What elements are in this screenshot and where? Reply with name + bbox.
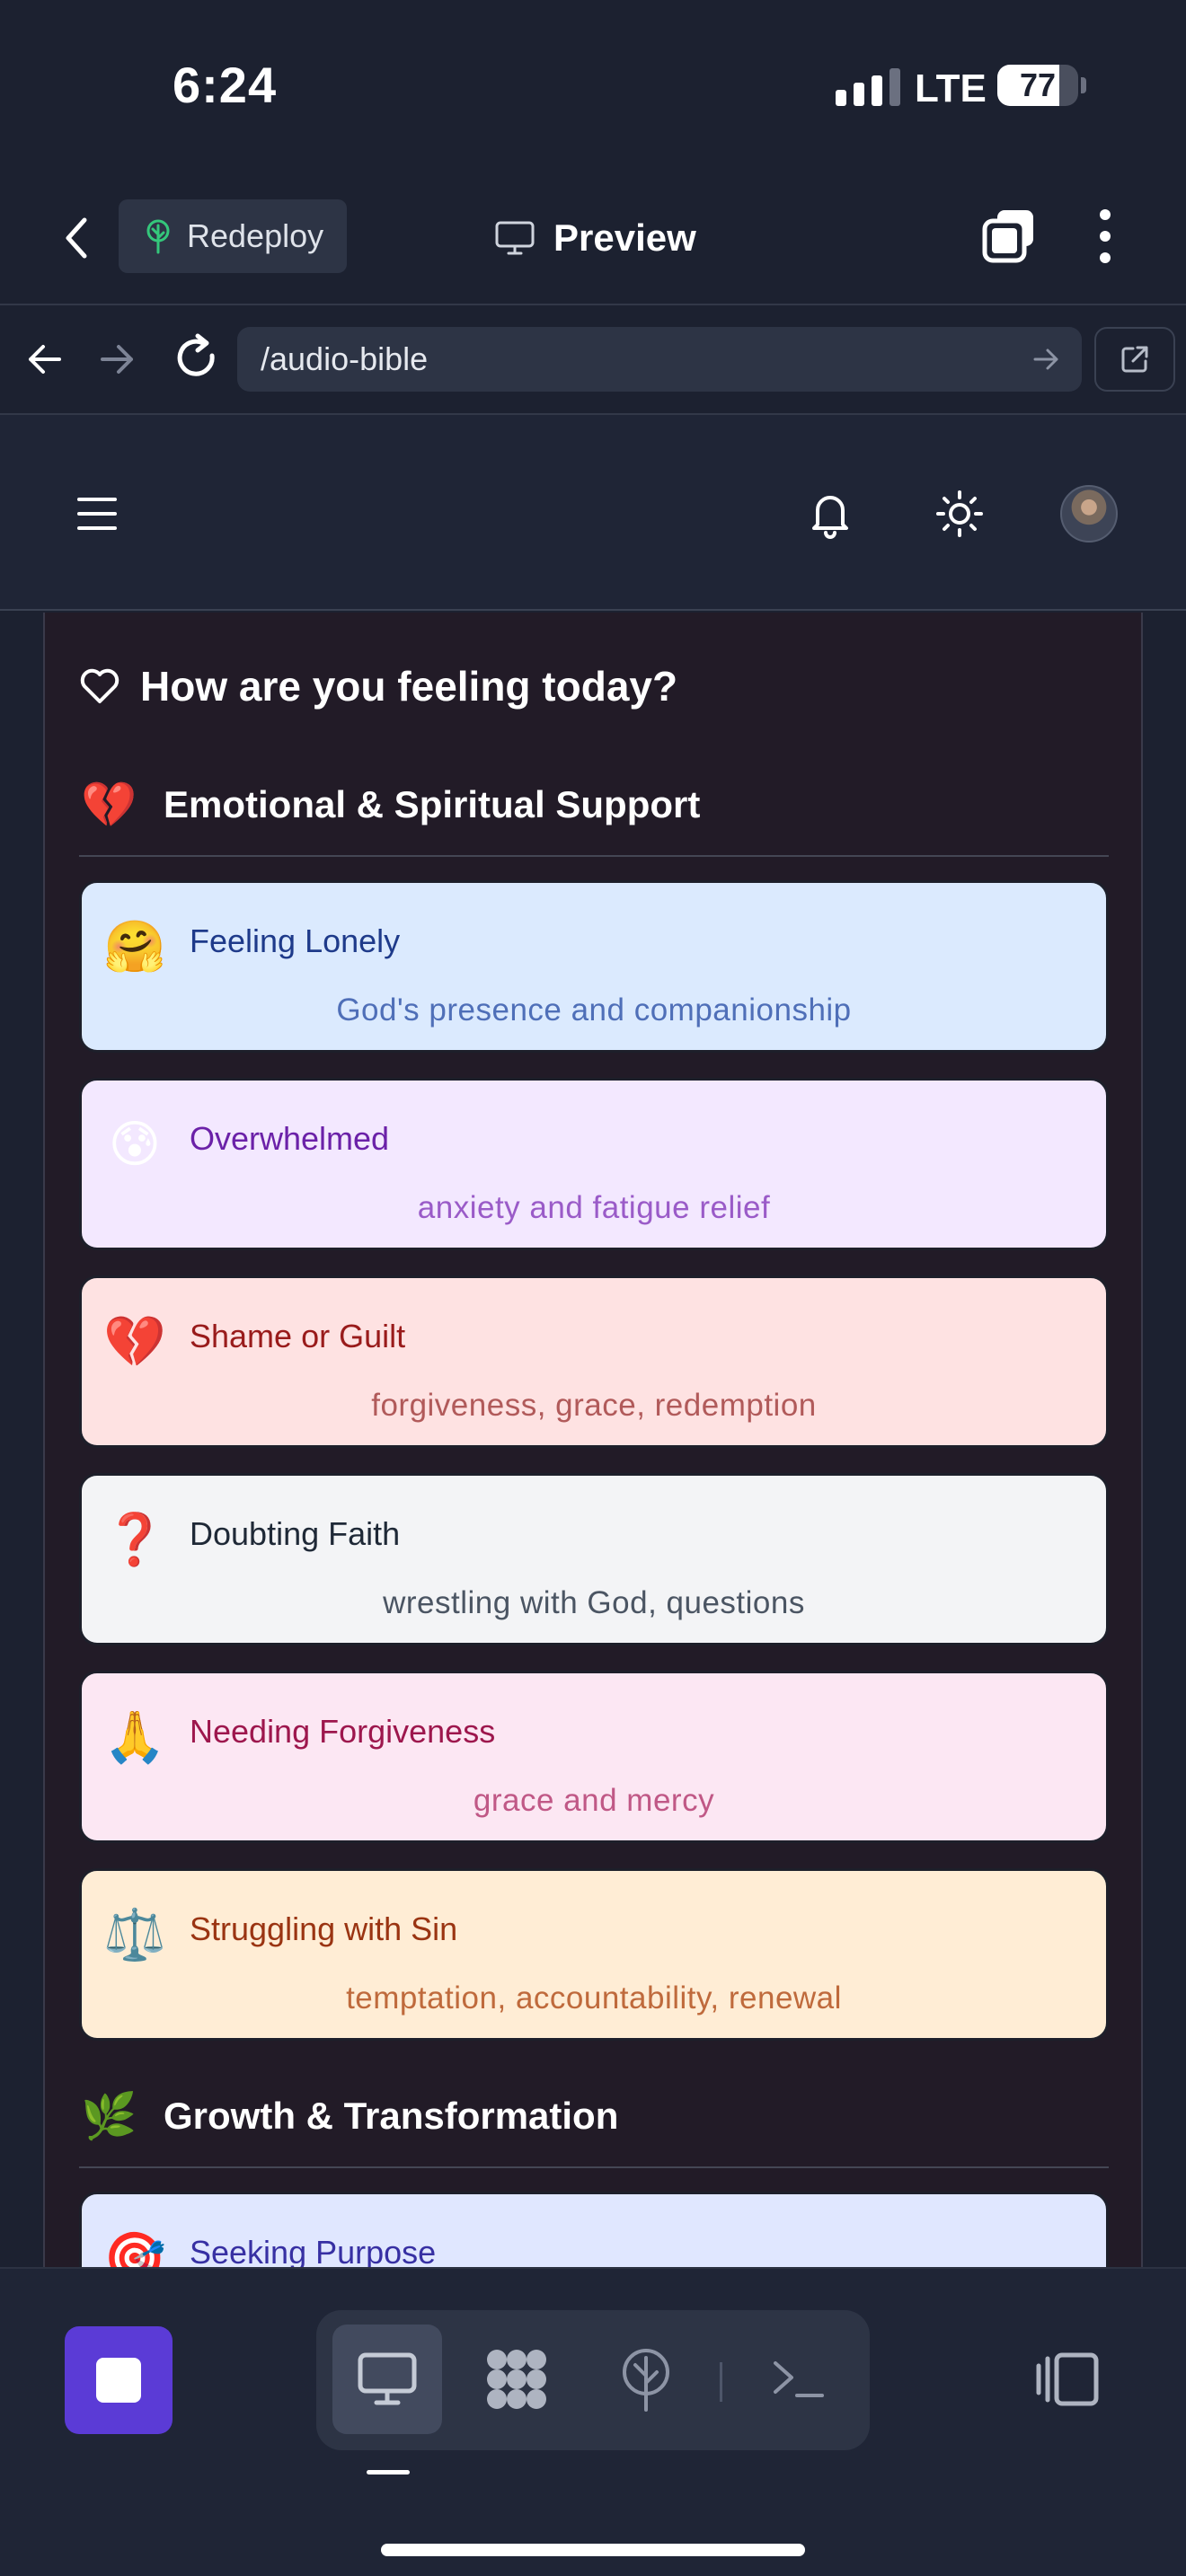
page-title-text: How are you feeling today? [140,663,678,710]
mood-card-struggling-with-sin[interactable]: ⚖️ Struggling with Sin temptation, accou… [79,1868,1109,2041]
preview-tool-button[interactable] [332,2325,442,2434]
deploy-tree-icon [146,219,170,254]
mood-title: Seeking Purpose [190,2234,437,2267]
preview-label: Preview [553,216,696,259]
url-text: /audio-bible [261,340,429,377]
more-menu-button[interactable] [1087,205,1123,268]
arrow-left-icon[interactable] [18,332,72,386]
arrow-right-icon[interactable] [90,332,144,386]
mood-subtitle: anxiety and fatigue relief [417,1190,771,1225]
target-icon: 🎯 [103,2229,166,2267]
content-viewport: How are you feeling today? 💔 Emotional &… [0,613,1186,2267]
active-tool-indicator [367,2470,410,2475]
broken-heart-icon: 💔 [103,1313,166,1370]
kebab-dot [1100,252,1111,263]
mood-card-overwhelmed[interactable]: 😰 Overwhelmed anxiety and fatigue relief [79,1078,1109,1250]
sun-icon[interactable] [934,489,985,539]
section-title: Emotional & Spiritual Support [164,783,701,825]
apps-icon [487,2350,546,2409]
kebab-menu-icon [1100,209,1111,220]
mood-title: Overwhelmed [190,1120,390,1157]
mood-card-needing-forgiveness[interactable]: 🙏 Needing Forgiveness grace and mercy [79,1671,1109,1843]
kebab-dot [1100,231,1111,242]
mood-subtitle: wrestling with God, questions [383,1585,805,1620]
tabs-button[interactable] [979,205,1039,268]
monitor-icon [495,221,535,255]
growth-list: 🎯 Seeking Purpose [79,2192,1109,2267]
monitor-icon [358,2352,417,2405]
back-button[interactable] [54,207,99,269]
tabs-icon [982,210,1033,263]
preview-title: Preview [494,207,696,269]
page-title: How are you feeling today? [79,650,677,722]
open-external-button[interactable] [1094,327,1175,392]
signal-strength-icon [836,66,900,106]
tool-separator [720,2362,722,2402]
herb-icon: 🌿 [81,2090,137,2141]
reload-icon[interactable] [167,329,225,386]
external-link-icon [1121,346,1148,373]
heart-icon [80,668,119,703]
mood-title: Doubting Faith [190,1515,401,1552]
app-header [0,415,1186,611]
stop-icon [96,2358,141,2403]
mood-card-shame-or-guilt[interactable]: 💔 Shame or Guilt forgiveness, grace, red… [79,1275,1109,1448]
broken-heart-icon: 💔 [81,779,137,830]
battery-icon: 77 [997,65,1078,106]
split-view-icon[interactable] [1033,2350,1102,2409]
mood-subtitle: grace and mercy [473,1783,715,1818]
home-indicator [381,2544,805,2556]
chevron-left-icon [66,217,87,259]
shell-tool-button[interactable] [744,2325,854,2434]
mood-subtitle: temptation, accountability, renewal [346,1981,842,2016]
hugging-face-icon: 🤗 [103,918,166,975]
balance-scale-icon: ⚖️ [103,1906,166,1963]
top-toolbar: Redeploy Preview [0,180,1186,296]
mood-title: Feeling Lonely [190,922,401,959]
battery-tip [1081,77,1086,93]
terminal-icon [774,2361,824,2397]
mood-panel: How are you feeling today? 💔 Emotional &… [43,613,1143,2267]
stop-button[interactable] [65,2326,173,2434]
praying-hands-icon: 🙏 [103,1708,166,1765]
bottom-toolbar [0,2267,1186,2576]
avatar[interactable] [1060,485,1118,543]
apps-tool-button[interactable] [462,2325,571,2434]
section-title: Growth & Transformation [164,2095,619,2137]
bell-icon[interactable] [807,489,854,539]
network-type: LTE [915,66,987,110]
emotional-support-list: 🤗 Feeling Lonely God's presence and comp… [79,880,1109,2041]
url-input[interactable]: /audio-bible [237,327,1082,392]
mood-title: Shame or Guilt [190,1318,406,1354]
mood-subtitle: forgiveness, grace, redemption [371,1388,817,1423]
status-time: 6:24 [173,57,278,113]
section-divider [79,2166,1109,2168]
section-heading-growth: 🌿 Growth & Transformation [81,2084,618,2148]
section-divider [79,855,1109,857]
section-heading-emotional-support: 💔 Emotional & Spiritual Support [81,772,700,837]
tool-switcher [316,2310,870,2450]
go-arrow-icon[interactable] [1030,343,1062,375]
redeploy-button[interactable]: Redeploy [119,199,347,273]
status-bar: 6:24 LTE 77 [0,0,1186,171]
mood-title: Needing Forgiveness [190,1713,496,1750]
deploy-tool-button[interactable] [591,2325,701,2434]
mood-card-feeling-lonely[interactable]: 🤗 Feeling Lonely God's presence and comp… [79,880,1109,1053]
browser-url-bar: /audio-bible [0,304,1186,415]
mood-card-seeking-purpose[interactable]: 🎯 Seeking Purpose [79,2192,1109,2267]
question-mark-icon: ❓ [103,1511,166,1567]
anxious-face-icon: 😰 [108,1116,162,1172]
mood-title: Struggling with Sin [190,1910,458,1947]
battery-percent: 77 [1019,66,1057,103]
hamburger-icon[interactable] [77,498,117,530]
mood-card-doubting-faith[interactable]: ❓ Doubting Faith wrestling with God, que… [79,1473,1109,1645]
mood-subtitle: God's presence and companionship [336,992,852,1028]
redeploy-label: Redeploy [187,217,324,254]
deploy-icon [623,2349,669,2412]
